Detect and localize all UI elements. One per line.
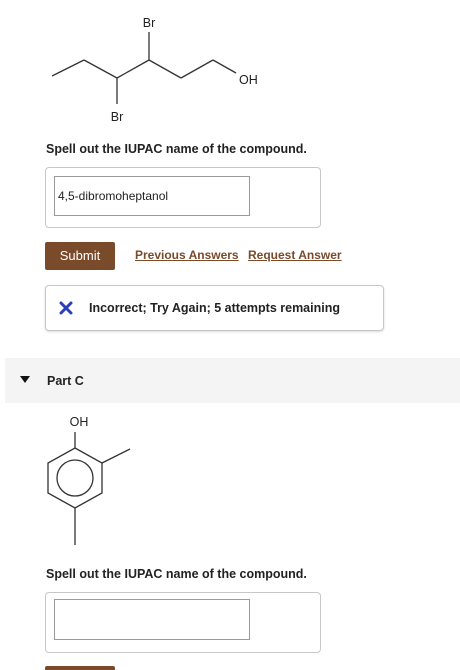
part-c-answer-area [45,592,321,653]
oh-label-c: OH [70,415,89,429]
br-label-bottom: Br [111,110,124,124]
part-b-structure-diagram: Br Br OH [51,16,258,124]
part-b-answer-area [45,167,321,228]
oh-label: OH [239,73,258,87]
part-c-submit-button[interactable] [45,666,115,670]
part-c-question: Spell out the IUPAC name of the compound… [46,567,307,581]
feedback-text: Incorrect; Try Again; 5 attempts remaini… [89,301,340,315]
caret-down-icon [20,376,30,383]
part-c-title: Part C [47,374,84,388]
part-b-question: Spell out the IUPAC name of the compound… [46,142,307,156]
part-b-answer-input[interactable] [54,176,250,216]
benzene-ring [47,432,131,545]
previous-answers-link[interactable]: Previous Answers [135,248,239,262]
submit-button[interactable]: Submit [45,242,115,270]
br-label-top: Br [143,16,156,30]
request-answer-link[interactable]: Request Answer [248,248,342,262]
part-c-structure-diagram: OH [47,415,131,545]
part-c-header[interactable]: Part C [5,358,460,403]
part-c-answer-input[interactable] [54,599,250,640]
carbon-chain [51,32,237,104]
incorrect-x-icon [59,301,73,315]
feedback-message: Incorrect; Try Again; 5 attempts remaini… [45,285,384,331]
